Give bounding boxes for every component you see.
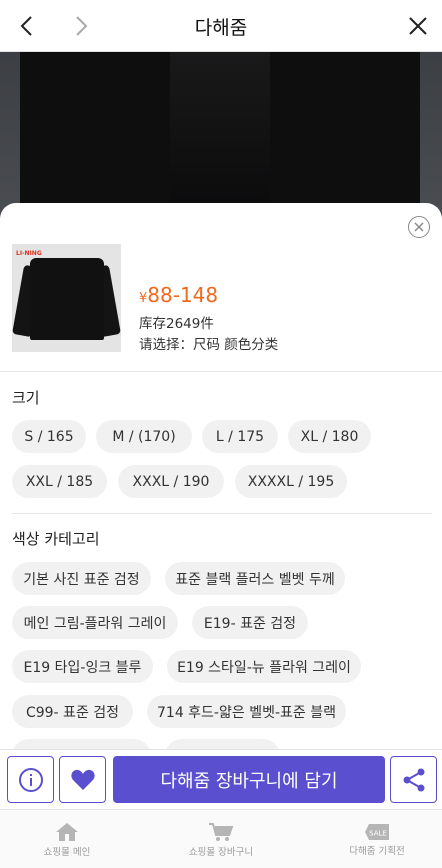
product-hero-image <box>0 52 442 222</box>
size-option-chip[interactable]: M / (170) <box>96 420 192 453</box>
garment-shape <box>20 52 420 222</box>
color-section-title: 색상 카테고리 <box>12 530 100 548</box>
size-option-chip[interactable]: S / 165 <box>12 420 86 453</box>
size-section-title: 크기 <box>12 389 40 407</box>
color-option-chip-partial[interactable] <box>165 739 280 749</box>
tab-shop-cart[interactable]: 쇼핑몰 장바구니 <box>174 810 268 868</box>
product-thumbnail[interactable]: LI-NING <box>12 244 121 352</box>
size-option-chip[interactable]: XL / 180 <box>288 420 371 453</box>
home-icon <box>56 822 78 841</box>
close-icon <box>414 222 424 232</box>
svg-text:SALE: SALE <box>369 829 387 837</box>
color-option-chip[interactable]: 표준 블랙 플러스 벨벳 두께 <box>165 562 345 595</box>
thumbnail-shirt <box>30 258 104 340</box>
color-option-chip[interactable]: E19 타입-잉크 블루 <box>12 650 153 683</box>
tab-shop-main[interactable]: 쇼핑몰 메인 <box>20 810 114 868</box>
color-option-chip[interactable]: E19- 표준 검정 <box>192 606 308 639</box>
color-option-chip[interactable]: 메인 그림-플라워 그레이 <box>12 606 178 639</box>
size-option-chip[interactable]: XXL / 185 <box>12 465 107 498</box>
stock-count: 库存2649件 <box>139 316 214 332</box>
info-button[interactable] <box>7 756 54 803</box>
add-to-cart-button[interactable]: 다해줌 장바구니에 담기 <box>113 756 385 803</box>
divider <box>0 371 442 372</box>
price-value: 88-148 <box>147 283 219 307</box>
tab-label: 다해줌 기획전 <box>349 845 405 857</box>
divider <box>12 513 432 514</box>
sheet-close-button[interactable] <box>408 216 430 238</box>
size-option-chip[interactable]: XXXL / 190 <box>118 465 224 498</box>
tab-label: 쇼핑몰 메인 <box>43 846 91 858</box>
close-button[interactable] <box>400 8 436 44</box>
top-nav-bar: 다해줌 <box>0 0 442 52</box>
heart-icon <box>70 769 95 790</box>
color-option-chip[interactable]: E19 스타일-뉴 플라워 그레이 <box>167 650 361 683</box>
color-option-chip-partial[interactable] <box>12 739 151 749</box>
action-bar: 다해줌 장바구니에 담기 <box>0 749 442 809</box>
close-icon <box>409 17 427 35</box>
color-option-chip[interactable]: 714 후드-얇은 벨벳-표준 블랙 <box>147 695 346 728</box>
cart-icon <box>209 822 234 841</box>
tab-special-sale[interactable]: SALE 다해줌 기획전 <box>330 810 424 868</box>
selection-hint: 请选择：尺码 颜色分类 <box>139 337 279 353</box>
share-button[interactable] <box>390 756 437 803</box>
share-icon <box>403 768 424 791</box>
info-icon <box>18 767 43 792</box>
option-sheet: LI-NING ¥88-148 库存2649件 请选择：尺码 颜色分类 크기 S… <box>0 203 442 749</box>
size-option-chip[interactable]: XXXXL / 195 <box>235 465 347 498</box>
page-title: 다해줌 <box>194 17 248 39</box>
bottom-tab-bar: 쇼핑몰 메인 쇼핑몰 장바구니 SALE 다해줌 기획전 <box>0 809 442 868</box>
tab-label: 쇼핑몰 장바구니 <box>188 846 254 858</box>
brand-logo: LI-NING <box>16 250 42 257</box>
size-option-chip[interactable]: L / 175 <box>202 420 278 453</box>
color-option-chip[interactable]: C99- 표준 검정 <box>12 695 133 728</box>
color-option-chip[interactable]: 기본 사진 표준 검정 <box>12 562 151 595</box>
wishlist-button[interactable] <box>59 756 106 803</box>
price-range: ¥88-148 <box>139 283 218 307</box>
sale-tag-icon: SALE <box>365 823 389 840</box>
